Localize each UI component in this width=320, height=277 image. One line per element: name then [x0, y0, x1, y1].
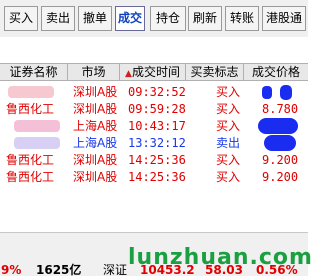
- cell-time: 14:25:36: [128, 153, 186, 167]
- cell-side: 买入: [216, 102, 241, 116]
- table-row[interactable]: 上海A股 13:32:12 卖出: [0, 135, 308, 151]
- cell-price: 9.200: [262, 153, 299, 167]
- cell-market: 深圳A股: [73, 153, 118, 167]
- cell-side: 卖出: [216, 136, 241, 150]
- cell-market: 深圳A股: [73, 170, 118, 184]
- price-scribble: [262, 86, 272, 99]
- col-header-time: 成交时间: [131, 65, 180, 79]
- col-header-price[interactable]: 成交价格: [244, 64, 308, 80]
- col-header-side[interactable]: 买卖标志: [186, 64, 244, 80]
- redacted-name: [14, 137, 60, 149]
- price-scribble: [258, 118, 298, 134]
- table-row[interactable]: 深圳A股 09:32:52 买入: [0, 84, 308, 100]
- cell-time: 14:25:36: [128, 170, 186, 184]
- cell-market: 深圳A股: [73, 85, 118, 99]
- table-row[interactable]: 鲁西化工 深圳A股 09:59:28 买入 8.780: [0, 101, 308, 117]
- cancel-order-button[interactable]: 撤单: [78, 6, 112, 31]
- cell-side: 买入: [216, 170, 241, 184]
- price-scribble: [280, 85, 292, 100]
- sort-ascending-icon: ▲: [125, 69, 132, 79]
- table-row[interactable]: 鲁西化工 深圳A股 14:25:36 买入 9.200: [0, 169, 308, 185]
- hk-connect-button[interactable]: 港股通: [262, 6, 306, 31]
- watermark-text: lunzhuan.com: [128, 245, 313, 270]
- redacted-name: [14, 120, 60, 132]
- table-row[interactable]: 鲁西化工 深圳A股 14:25:36 买入 9.200: [0, 152, 308, 168]
- cell-side: 买入: [216, 85, 241, 99]
- price-scribble: [264, 135, 296, 151]
- cell-name: 鲁西化工: [6, 153, 55, 167]
- cell-market: 深圳A股: [73, 102, 118, 116]
- col-header-name[interactable]: 证券名称: [0, 64, 68, 80]
- cell-side: 买入: [216, 119, 241, 133]
- cell-side: 买入: [216, 153, 241, 167]
- cell-market: 上海A股: [73, 119, 118, 133]
- cell-name: 鲁西化工: [6, 170, 55, 184]
- trade-toolbar: 买入 卖出 撤单 成交 持仓 刷新 转账 港股通: [0, 0, 308, 37]
- status-volume: 1625亿: [36, 263, 82, 277]
- cell-name: 鲁西化工: [6, 102, 55, 116]
- cell-time: 09:59:28: [128, 102, 186, 116]
- sell-button[interactable]: 卖出: [41, 6, 75, 31]
- filled-orders-tab[interactable]: 成交: [115, 6, 145, 31]
- refresh-button[interactable]: 刷新: [188, 6, 222, 31]
- cell-price: 8.780: [262, 102, 299, 116]
- table-header: 证券名称 市场 ▲成交时间 买卖标志 成交价格: [0, 63, 308, 81]
- redacted-name: [8, 86, 54, 98]
- cell-time: 09:32:52: [128, 85, 186, 99]
- cell-time: 13:32:12: [128, 136, 186, 150]
- cell-market: 上海A股: [73, 136, 118, 150]
- col-header-market[interactable]: 市场: [68, 64, 120, 80]
- divider: [0, 232, 308, 233]
- cell-price: 9.200: [262, 170, 299, 184]
- cell-time: 10:43:17: [128, 119, 186, 133]
- table-row[interactable]: 上海A股 10:43:17 买入: [0, 118, 308, 134]
- positions-button[interactable]: 持仓: [150, 6, 186, 31]
- transfer-button[interactable]: 转账: [225, 6, 259, 31]
- col-header-time-wrap[interactable]: ▲成交时间: [120, 64, 186, 80]
- status-index-name: 深证: [103, 263, 128, 277]
- status-pct: 9%: [1, 263, 22, 277]
- buy-button[interactable]: 买入: [4, 6, 38, 31]
